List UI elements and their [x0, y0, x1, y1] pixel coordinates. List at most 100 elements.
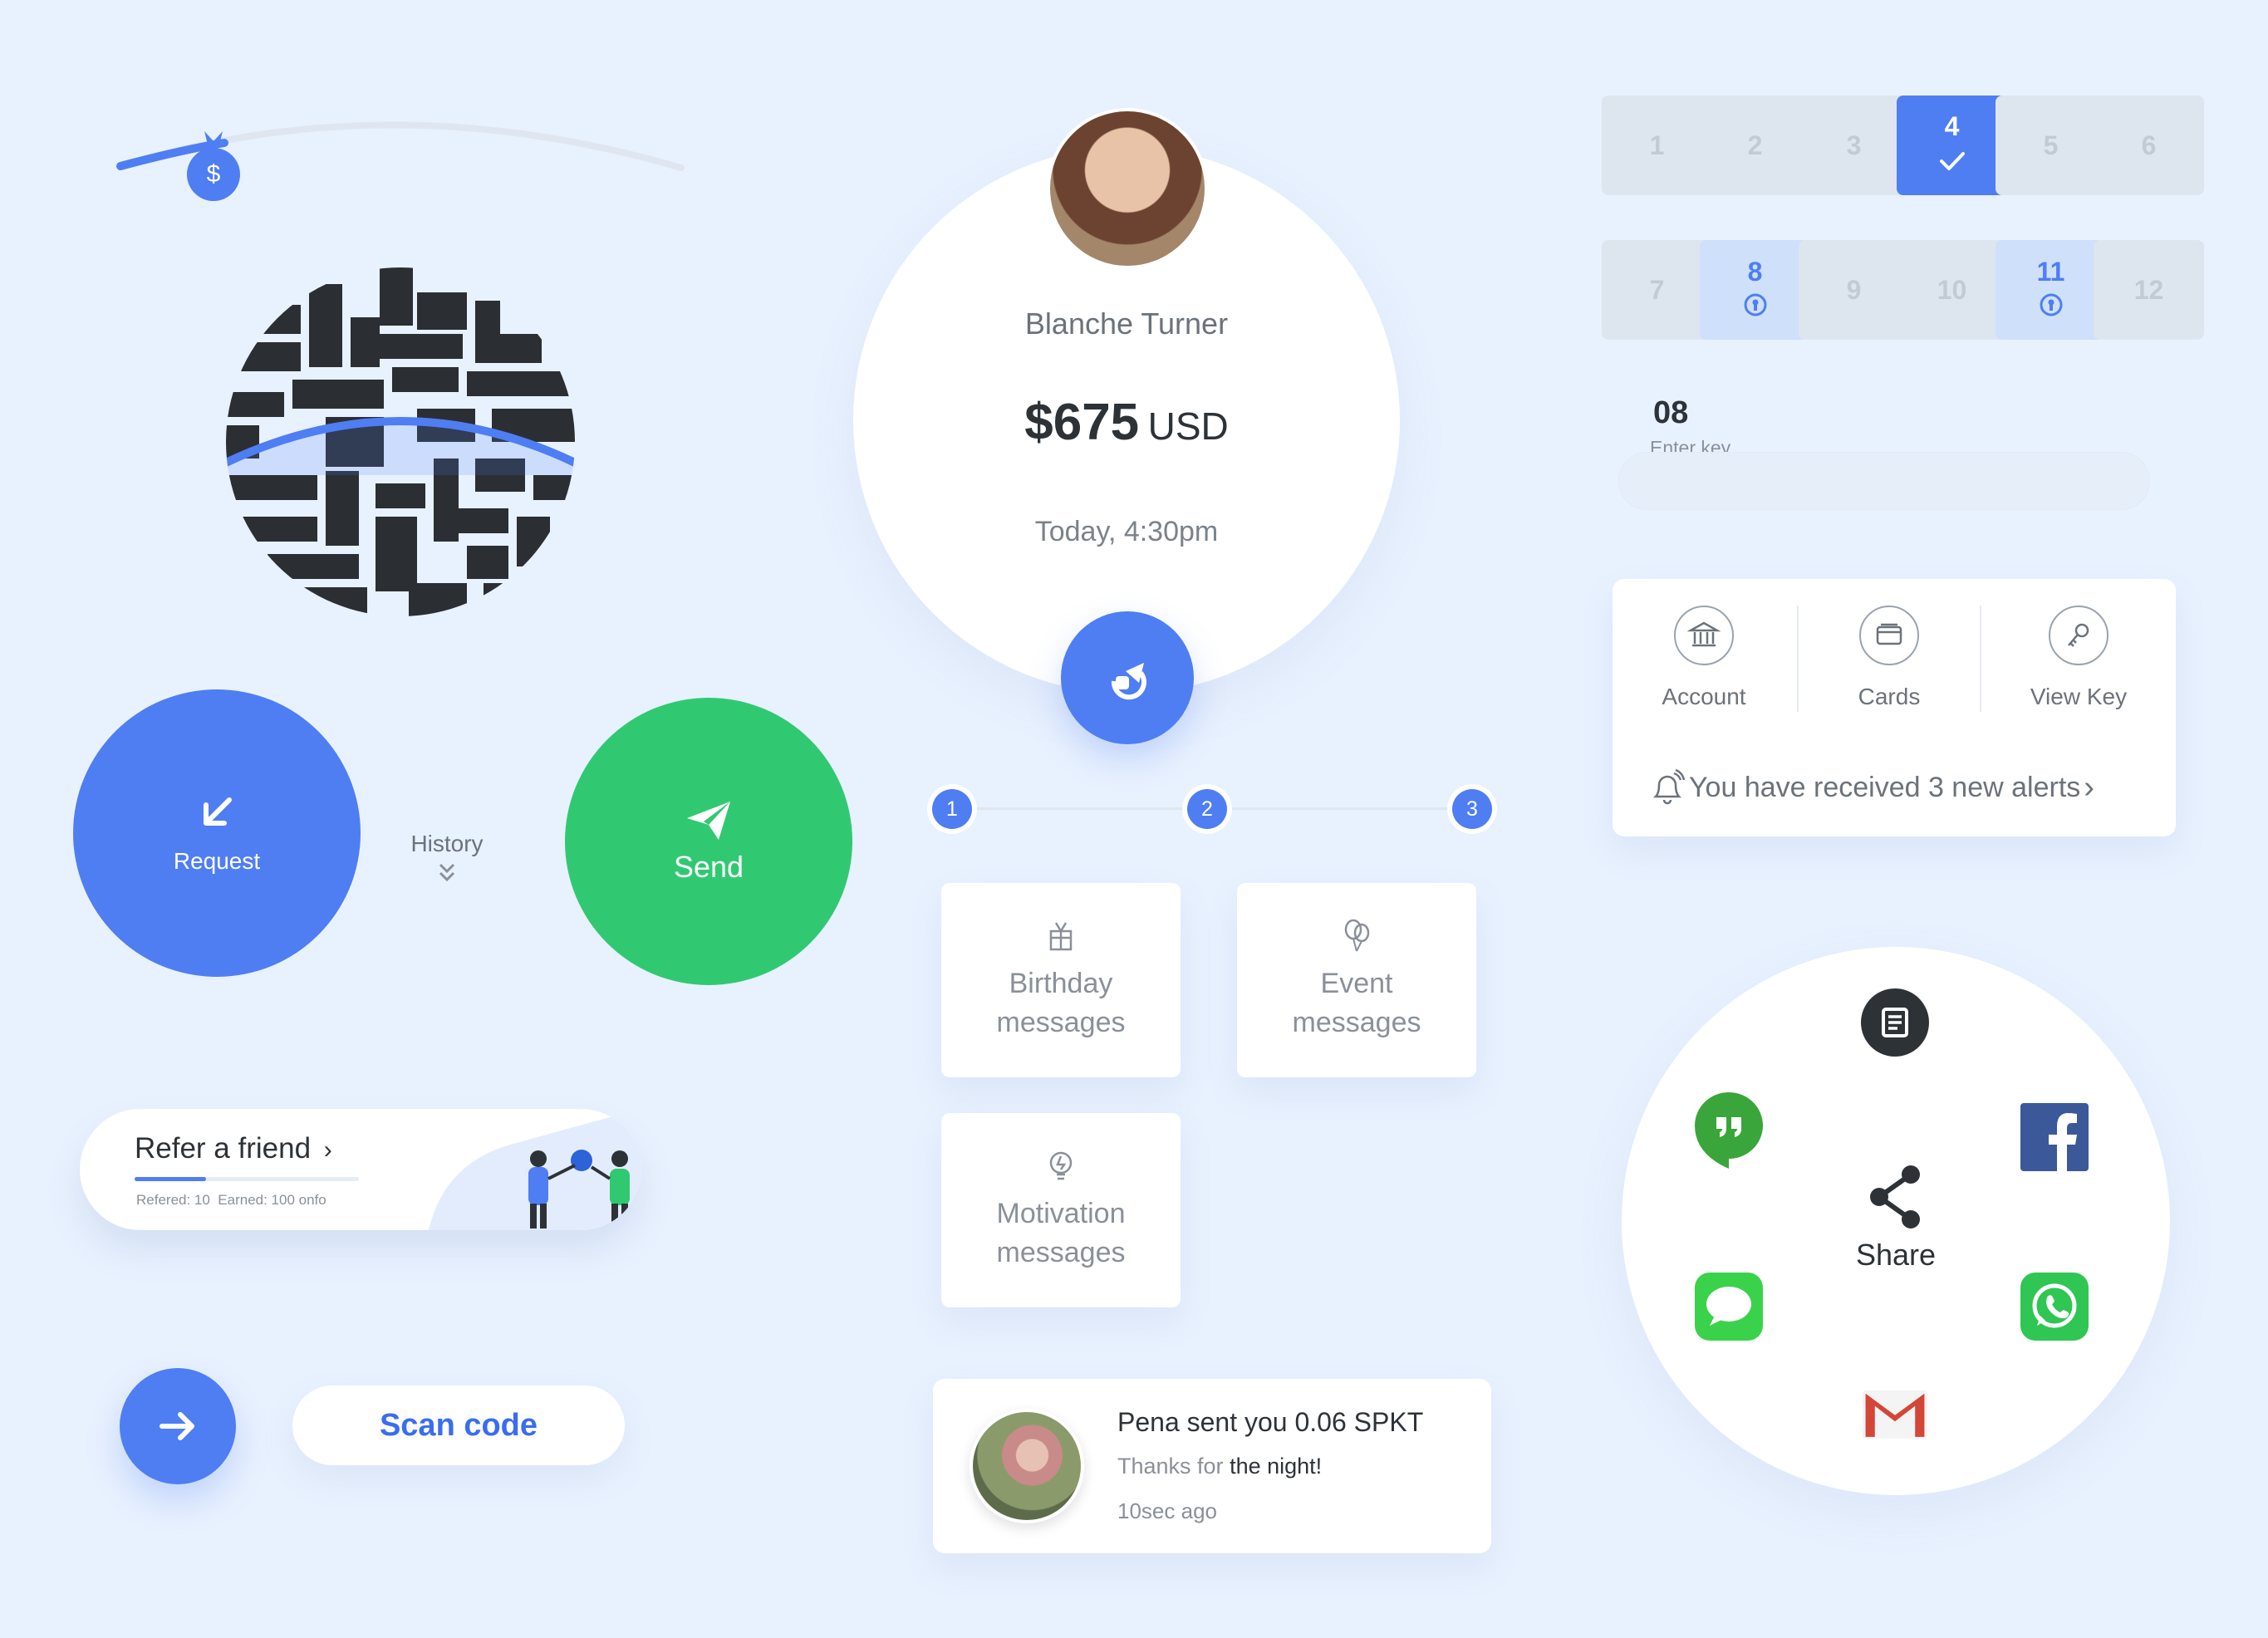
lightbulb-icon: [1044, 1148, 1078, 1183]
key-label: 12: [2133, 274, 2164, 305]
step-1[interactable]: 1: [932, 789, 972, 829]
motivation-line2: messages: [996, 1237, 1126, 1268]
messages-icon[interactable]: [1695, 1273, 1763, 1341]
refer-progress-track: [135, 1177, 359, 1181]
qr-code[interactable]: [226, 267, 575, 616]
notification-time: 10sec ago: [1117, 1498, 1217, 1523]
key-entry[interactable]: 08 Enter key: [1618, 395, 2150, 512]
amount-display: $675 USD: [853, 393, 1400, 452]
send-button[interactable]: Send: [565, 698, 852, 985]
alerts-text: You have received 3 new alerts: [1689, 771, 2081, 803]
go-button[interactable]: [120, 1368, 236, 1484]
bank-icon: [1674, 606, 1734, 665]
step-3[interactable]: 3: [1452, 789, 1492, 829]
refer-progress-fill: [135, 1177, 207, 1181]
key-1[interactable]: 1: [1602, 96, 1712, 195]
birthday-messages-card[interactable]: Birthday messages: [941, 883, 1181, 1077]
share-label: Share: [1855, 1238, 1937, 1272]
refer-stats: Refered: 10 Earned: 100 onfo: [136, 1192, 326, 1208]
account-action[interactable]: Account: [1613, 579, 1795, 762]
key-label: 8: [1747, 256, 1763, 287]
notification-title: Pena sent you 0.06 SPKT: [1117, 1407, 1424, 1437]
chevron-right-icon: ›: [2084, 769, 2094, 805]
profile-name: Blanche Turner: [1024, 307, 1229, 341]
step-2[interactable]: 2: [1187, 789, 1227, 829]
event-line2: messages: [1292, 1007, 1421, 1038]
key-label: 2: [1747, 130, 1763, 160]
transfer-button[interactable]: [1061, 611, 1194, 744]
amount-currency: USD: [1147, 405, 1229, 448]
share-panel: Share: [1622, 947, 2170, 1495]
key-label: 5: [2043, 130, 2059, 160]
key-label: 4: [1944, 111, 1960, 141]
view-key-label: View Key: [2030, 684, 2128, 709]
share-center[interactable]: Share: [1813, 1163, 1979, 1273]
key-9[interactable]: 9: [1799, 240, 1909, 340]
key-label: 1: [1649, 130, 1665, 160]
key-5[interactable]: 5: [1996, 96, 2106, 195]
key-label: 3: [1846, 130, 1862, 160]
scan-code-button[interactable]: Scan code: [292, 1385, 625, 1465]
key-2[interactable]: 2: [1700, 96, 1810, 195]
share-icon: [1864, 1163, 1927, 1231]
cards-action[interactable]: Cards: [1799, 579, 1980, 762]
sender-avatar: [970, 1409, 1084, 1523]
view-key-action[interactable]: View Key: [1981, 579, 2176, 762]
key-3[interactable]: 3: [1799, 96, 1909, 195]
motivation-messages-card[interactable]: Motivation messages: [941, 1113, 1181, 1307]
key-11[interactable]: 11: [1996, 240, 2106, 340]
refer-title: Refer a friend: [135, 1132, 312, 1165]
scan-code-label: Scan code: [379, 1407, 538, 1443]
notification-card[interactable]: Pena sent you 0.06 SPKT Thanks for the n…: [933, 1379, 1491, 1553]
bell-icon: [1649, 768, 1686, 807]
lock-icon: [1743, 292, 1768, 324]
dollar-symbol: $: [206, 160, 221, 188]
cards-icon: [1859, 606, 1919, 665]
hangouts-icon[interactable]: [1695, 1092, 1763, 1169]
balloons-icon: [1340, 918, 1373, 953]
gmail-icon[interactable]: [1861, 1379, 1929, 1447]
quick-actions-card: Account Cards View Key You have received…: [1613, 579, 2176, 836]
money-bag-icon[interactable]: $: [184, 123, 243, 203]
account-label: Account: [1662, 684, 1746, 709]
key-label: 7: [1649, 274, 1665, 305]
key-label: 6: [2141, 130, 2157, 160]
transaction-time: Today, 4:30pm: [1034, 516, 1219, 547]
key-4[interactable]: 4: [1897, 96, 2007, 195]
event-line1: Event: [1320, 968, 1393, 999]
history-label: History: [410, 831, 484, 856]
history-toggle[interactable]: History: [389, 831, 505, 884]
key-label: 11: [2036, 256, 2065, 287]
newspaper-icon[interactable]: [1861, 988, 1929, 1057]
key-10[interactable]: 10: [1897, 240, 2007, 340]
key-6[interactable]: 6: [2094, 96, 2204, 195]
arrow-down-left-icon: [196, 792, 238, 833]
send-label: Send: [673, 850, 744, 884]
facebook-icon[interactable]: [2020, 1103, 2089, 1171]
qr-code-pattern: [226, 267, 575, 616]
check-icon: [1938, 149, 1966, 179]
key-12[interactable]: 12: [2094, 240, 2204, 340]
lock-icon: [2039, 292, 2064, 324]
birthday-line1: Birthday: [1009, 968, 1113, 999]
transfer-icon: [1101, 653, 1154, 703]
double-chevron-down-icon: [437, 862, 457, 884]
notification-body-prefix: Thanks for: [1117, 1454, 1230, 1479]
request-button[interactable]: Request: [73, 689, 361, 977]
chevron-right-icon: ›: [323, 1136, 332, 1164]
arrow-right-icon: [159, 1410, 197, 1443]
key-8[interactable]: 8: [1700, 240, 1810, 340]
avatar: [1047, 108, 1208, 269]
refer-card[interactable]: Refer a friend › Refered: 10 Earned: 100…: [80, 1109, 641, 1230]
paper-plane-icon: [684, 798, 734, 843]
gift-icon: [1044, 918, 1078, 953]
alerts-row[interactable]: You have received 3 new alerts ›: [1649, 768, 2094, 807]
key-grid: 1 2 3 4 5 6 7 8 9 10 11 12: [1602, 96, 2204, 341]
key-label: 9: [1846, 274, 1862, 305]
key-input-field[interactable]: [1618, 452, 2150, 510]
cards-label: Cards: [1858, 684, 1921, 709]
key-label: 10: [1937, 274, 1967, 305]
event-messages-card[interactable]: Event messages: [1237, 883, 1476, 1077]
key-7[interactable]: 7: [1602, 240, 1712, 340]
whatsapp-icon[interactable]: [2020, 1273, 2089, 1341]
